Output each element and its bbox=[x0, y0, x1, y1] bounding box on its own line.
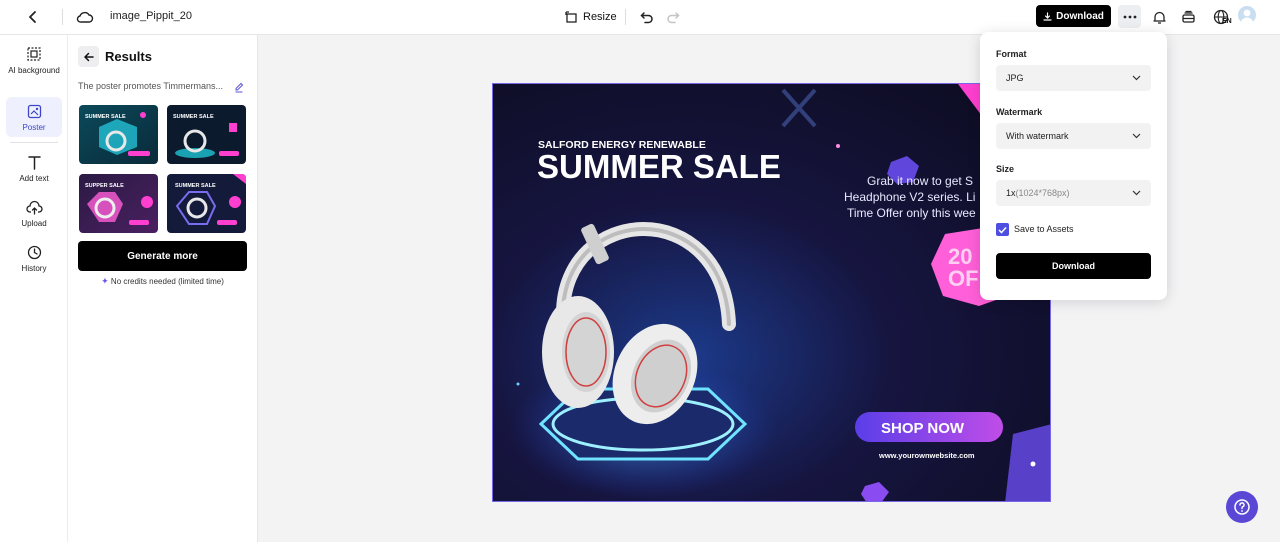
save-to-assets-label: Save to Assets bbox=[1014, 224, 1074, 234]
poster-offer-text: Grab it now to get S bbox=[867, 174, 973, 188]
undo-icon[interactable] bbox=[637, 6, 657, 28]
thumbnail-title: SUMMER SALE bbox=[85, 114, 126, 120]
result-thumbnail-2[interactable]: SUMMER SALE bbox=[167, 105, 246, 164]
file-name[interactable]: image_Pippit_20 bbox=[110, 10, 192, 22]
notification-bell-icon[interactable] bbox=[1149, 6, 1169, 28]
sidebar-item-upload[interactable]: Upload bbox=[6, 198, 62, 230]
chevron-down-icon bbox=[1132, 190, 1141, 196]
prompt-text: The poster promotes Timmermans... bbox=[78, 81, 224, 91]
redo-icon[interactable] bbox=[663, 6, 683, 28]
format-select[interactable]: JPG bbox=[996, 65, 1151, 91]
size-value: 1x(1024*768px) bbox=[1006, 188, 1070, 198]
sidebar-item-ai-background[interactable]: AI background bbox=[6, 45, 62, 93]
poster-offer-text: Headphone V2 series. Li bbox=[844, 190, 975, 204]
poster-canvas[interactable]: 20 OF SALFORD ENERGY RENEWABLE SUMMER SA… bbox=[492, 83, 1051, 502]
size-select[interactable]: 1x(1024*768px) bbox=[996, 180, 1151, 206]
poster-offer-text: Time Offer only this wee bbox=[847, 206, 976, 220]
size-label: Size bbox=[996, 164, 1015, 174]
size-dimensions: (1024*768px) bbox=[1015, 188, 1070, 198]
cloud-sync-icon[interactable] bbox=[74, 6, 96, 28]
language-code: EN bbox=[1222, 18, 1232, 25]
sidebar-item-label: Add text bbox=[19, 174, 49, 183]
poster-artwork: 20 OF SALFORD ENERGY RENEWABLE SUMMER SA… bbox=[493, 84, 1050, 501]
sidebar-item-poster[interactable]: Poster bbox=[6, 97, 62, 137]
thumbnail-title: SUPPER SALE bbox=[85, 183, 124, 189]
sidebar-item-label: AI background bbox=[8, 66, 60, 75]
confirm-download-button[interactable]: Download bbox=[996, 253, 1151, 279]
resize-icon bbox=[565, 10, 577, 23]
divider bbox=[625, 9, 626, 25]
resize-label: Resize bbox=[583, 11, 617, 23]
sparkle-icon: ✦ bbox=[101, 276, 109, 286]
checkmark-icon bbox=[998, 226, 1007, 234]
sidebar-item-history[interactable]: History bbox=[6, 243, 62, 275]
top-bar: image_Pippit_20 Resize Download EN bbox=[0, 0, 1280, 35]
help-icon[interactable] bbox=[1226, 491, 1258, 523]
result-thumbnail-3[interactable]: SUPPER SALE bbox=[79, 174, 158, 233]
download-label: Download bbox=[1056, 10, 1104, 22]
download-settings-panel: Format JPG Watermark With watermark Size… bbox=[980, 32, 1167, 300]
upload-icon bbox=[25, 198, 43, 216]
watermark-label: Watermark bbox=[996, 107, 1043, 117]
ai-background-icon bbox=[25, 45, 43, 63]
result-thumbnail-4[interactable]: SUMMER SALE bbox=[167, 174, 246, 233]
format-value: JPG bbox=[1006, 73, 1024, 83]
credits-note: ✦ No credits needed (limited time) bbox=[78, 276, 247, 287]
size-scale: 1x bbox=[1006, 188, 1016, 198]
format-label: Format bbox=[996, 49, 1027, 59]
language-selector[interactable]: EN bbox=[1208, 6, 1234, 28]
thumbnail-title: SUMMER SALE bbox=[175, 183, 216, 189]
back-icon[interactable] bbox=[22, 6, 44, 28]
sidebar-item-label: Upload bbox=[21, 219, 47, 228]
sidebar-item-label: History bbox=[21, 264, 47, 273]
back-arrow-icon[interactable] bbox=[78, 46, 99, 67]
tool-sidebar: AI background Poster Add text Upload His… bbox=[0, 35, 68, 542]
poster-icon bbox=[25, 102, 43, 120]
results-title: Results bbox=[105, 49, 152, 64]
poster-cta: SHOP NOW bbox=[881, 420, 965, 437]
avatar[interactable] bbox=[1238, 6, 1256, 24]
watermark-select[interactable]: With watermark bbox=[996, 123, 1151, 149]
text-icon bbox=[25, 153, 43, 171]
download-icon bbox=[1043, 11, 1052, 21]
divider bbox=[10, 142, 58, 143]
result-thumbnail-1[interactable]: SUMMER SALE bbox=[79, 105, 158, 164]
divider bbox=[62, 9, 63, 25]
results-panel: Results The poster promotes Timmermans..… bbox=[68, 35, 258, 542]
chevron-down-icon bbox=[1132, 75, 1141, 81]
more-options-icon[interactable] bbox=[1118, 5, 1141, 28]
chevron-down-icon bbox=[1132, 133, 1141, 139]
watermark-value: With watermark bbox=[1006, 131, 1069, 141]
credits-text: No credits needed (limited time) bbox=[110, 277, 224, 286]
thumbnail-title: SUMMER SALE bbox=[173, 114, 214, 120]
edit-pencil-icon[interactable] bbox=[234, 80, 244, 93]
sidebar-item-add-text[interactable]: Add text bbox=[6, 153, 62, 185]
history-icon bbox=[25, 243, 43, 261]
poster-headline: SUMMER SALE bbox=[537, 148, 781, 185]
resize-button[interactable]: Resize bbox=[565, 6, 617, 28]
sidebar-item-label: Poster bbox=[22, 123, 46, 132]
discount-text: OF bbox=[948, 266, 979, 291]
layers-icon[interactable] bbox=[1178, 6, 1198, 28]
poster-website: www.yourownwebsite.com bbox=[878, 451, 975, 460]
generate-more-button[interactable]: Generate more bbox=[78, 241, 247, 271]
download-button[interactable]: Download bbox=[1036, 5, 1111, 27]
save-to-assets-checkbox[interactable] bbox=[996, 223, 1009, 236]
